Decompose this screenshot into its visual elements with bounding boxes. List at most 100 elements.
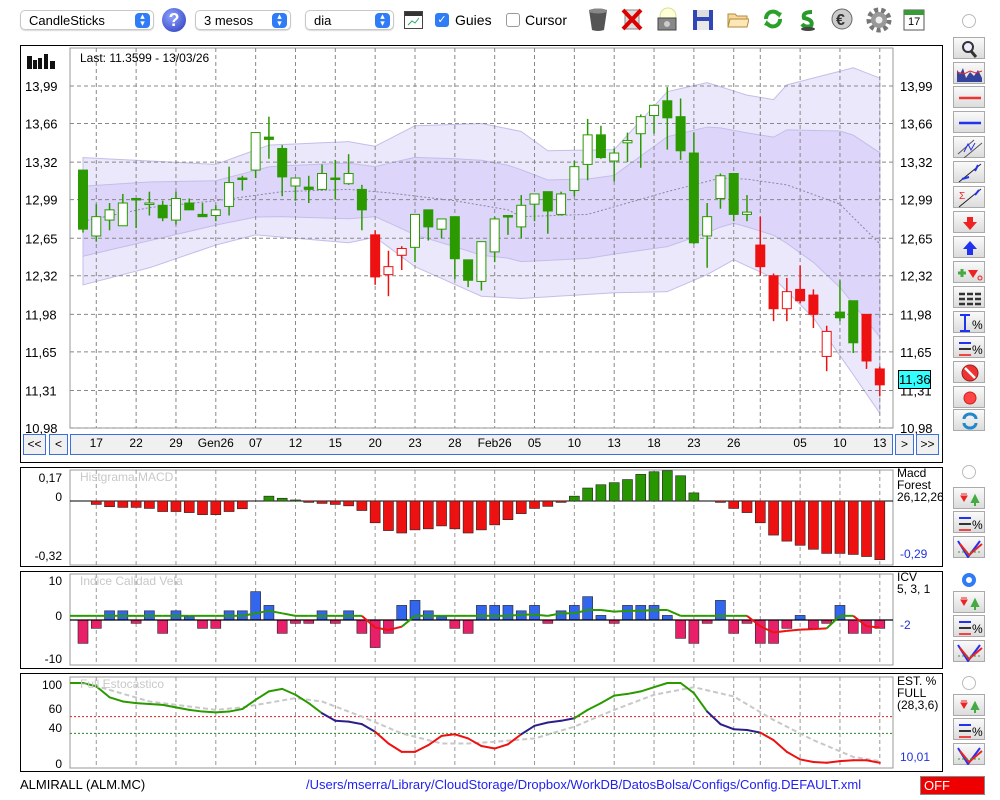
- buy-sell-arrows-icon: [960, 597, 980, 610]
- date-label: 29: [169, 436, 183, 450]
- date-label: 05: [527, 436, 542, 450]
- channel-button[interactable]: [953, 136, 985, 158]
- period-select[interactable]: 3 mesos ▴ ▾: [195, 10, 291, 30]
- trash-icon: [589, 8, 607, 31]
- svg-text:%: %: [972, 518, 983, 532]
- red-line-icon: [959, 96, 981, 100]
- date-label: 22: [129, 436, 143, 450]
- macd-current-value: -0,29: [900, 547, 928, 561]
- buy-arrow-icon: [963, 241, 977, 255]
- blue-line-icon: [959, 121, 981, 125]
- chart-type-indicator: [26, 52, 58, 73]
- range-percent-button[interactable]: %: [953, 311, 985, 333]
- euro-icon: €: [831, 8, 853, 30]
- magnifier-icon: [962, 41, 978, 58]
- add-order-icon: [958, 269, 983, 281]
- stochastic-legend-line: (28,3,6): [897, 698, 939, 712]
- current-price-value: 11,36: [899, 372, 931, 387]
- help-button[interactable]: ?: [162, 8, 186, 32]
- date-label: Gen26: [197, 436, 234, 450]
- guides-checkbox[interactable]: ✓: [435, 13, 449, 27]
- delete-button[interactable]: [621, 7, 643, 31]
- sync-button[interactable]: [797, 7, 819, 31]
- date-label: 20: [368, 436, 382, 450]
- magnifier-button[interactable]: [953, 37, 985, 59]
- list-icon: [959, 292, 981, 306]
- status-badge[interactable]: OFF: [920, 776, 985, 795]
- buy-sell-arrows-button[interactable]: [953, 694, 985, 716]
- chart-type-value: CandleSticks: [29, 13, 105, 28]
- refresh-button[interactable]: [762, 7, 784, 31]
- oscillator-cross-icon: [957, 747, 983, 765]
- cursor-checkbox[interactable]: [506, 13, 520, 27]
- stochastic-title: Full Estocastico: [80, 677, 165, 691]
- svg-text:%: %: [972, 622, 983, 636]
- status-label: OFF: [924, 778, 950, 793]
- settings-button[interactable]: [866, 7, 892, 33]
- add-order-button[interactable]: [953, 261, 985, 283]
- red-line-button[interactable]: [953, 86, 985, 108]
- parallel-trendline-button[interactable]: [953, 161, 985, 183]
- snapshot-button[interactable]: [656, 7, 678, 31]
- list-button[interactable]: [953, 286, 985, 308]
- date-label: 07: [248, 436, 263, 450]
- save-icon: [693, 10, 713, 30]
- save-button[interactable]: [692, 7, 714, 31]
- icv-legend-line: 5, 3, 1: [897, 582, 931, 596]
- date-axis-labels: 17 22 29 Gen26 07 12 15 20 23 28 Feb26 05 10 13 18 23 26…: [0, 436, 1000, 454]
- calendar-button[interactable]: 17: [903, 7, 925, 31]
- current-price-badge: 11,36: [898, 370, 931, 389]
- lines-percent-button[interactable]: %: [953, 336, 985, 358]
- config-path-link[interactable]: /Users/mserra/Library/CloudStorage/Dropb…: [306, 777, 861, 792]
- blue-line-button[interactable]: [953, 111, 985, 133]
- date-label: 18: [647, 436, 661, 450]
- chart-window-icon: [404, 11, 423, 29]
- lines-percent-button[interactable]: %: [953, 615, 985, 637]
- chevron-updown-icon: ▴ ▾: [375, 12, 390, 28]
- stochastic-current-value: 10,01: [900, 750, 931, 764]
- lines-percent-button[interactable]: %: [953, 511, 985, 533]
- stochastic-radio[interactable]: [962, 676, 976, 690]
- no-entry-button[interactable]: [953, 361, 985, 383]
- record-button[interactable]: [953, 386, 985, 408]
- chart-type-select[interactable]: CandleSticks ▴ ▾: [20, 10, 154, 30]
- oscillator-cross-button[interactable]: [953, 640, 985, 662]
- trash-button[interactable]: [587, 7, 609, 31]
- buy-arrow-button[interactable]: [953, 236, 985, 258]
- refresh-icon: [764, 9, 782, 29]
- record-icon: [963, 391, 977, 405]
- macd-radio[interactable]: [962, 465, 976, 479]
- volume-chart-button[interactable]: [953, 62, 985, 84]
- chart-window-button[interactable]: [404, 11, 423, 29]
- interval-select[interactable]: dia ▴ ▾: [305, 10, 394, 30]
- date-label: 10: [567, 436, 582, 450]
- icv-radio[interactable]: [962, 573, 976, 587]
- oscillator-cross-button[interactable]: [953, 536, 985, 558]
- lines-percent-button[interactable]: %: [953, 718, 985, 740]
- svg-text:€: €: [836, 12, 845, 29]
- sell-arrow-icon: [963, 217, 977, 230]
- currency-button[interactable]: €: [831, 7, 853, 31]
- lines-percent-icon: %: [959, 517, 983, 532]
- icv-title: Indice Calidad Vela: [80, 574, 183, 588]
- buy-sell-arrows-button[interactable]: [953, 591, 985, 613]
- oscillator-cross-button[interactable]: [953, 743, 985, 765]
- main-panel-radio[interactable]: [962, 14, 976, 28]
- buy-sell-arrows-button[interactable]: [953, 487, 985, 509]
- symbol-label: ALMIRALL (ALM.MC): [20, 777, 146, 792]
- oscillator-cross-icon: [957, 540, 983, 558]
- svg-text:Σ: Σ: [959, 191, 965, 202]
- open-button[interactable]: [727, 7, 750, 31]
- gear-icon: [866, 7, 892, 33]
- lines-percent-icon: %: [959, 621, 983, 636]
- cursor-label: Cursor: [525, 12, 568, 28]
- sum-trendline-button[interactable]: Σ: [953, 186, 985, 208]
- date-label: 17: [89, 436, 103, 450]
- svg-text:%: %: [972, 318, 983, 332]
- chevron-updown-icon: ▴ ▾: [135, 12, 150, 28]
- date-label: Feb26: [477, 436, 512, 450]
- refresh-button[interactable]: [953, 409, 985, 431]
- date-label: 10: [833, 436, 847, 450]
- lines-percent-icon: %: [959, 724, 983, 739]
- sell-arrow-button[interactable]: [953, 211, 985, 233]
